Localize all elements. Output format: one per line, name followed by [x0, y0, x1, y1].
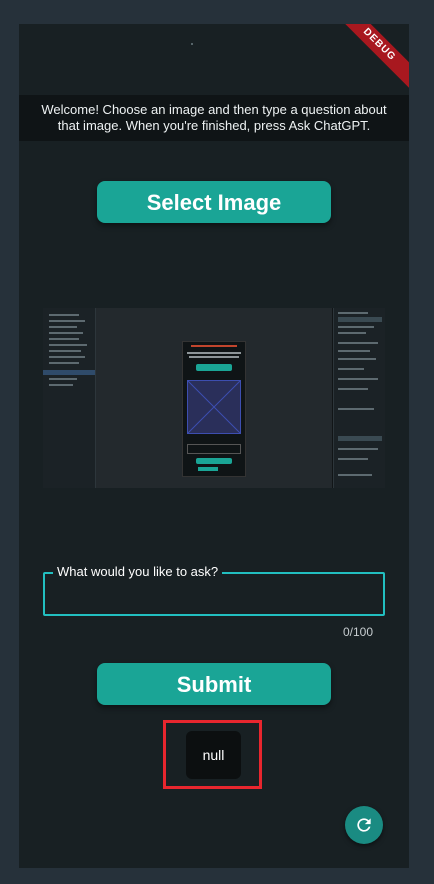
debug-banner: DEBUG [330, 24, 409, 94]
refresh-icon [357, 818, 371, 832]
app-screen: DEBUG Welcome! Choose an image and then … [19, 24, 409, 868]
preview-canvas [96, 308, 332, 488]
selected-image-preview [43, 308, 385, 488]
refresh-button[interactable] [345, 806, 383, 844]
character-counter: 0/100 [342, 625, 373, 639]
preview-phone [182, 341, 246, 477]
preview-right-panel [333, 308, 385, 488]
preview-left-panel [43, 308, 96, 488]
question-field[interactable]: What would you like to ask? [43, 564, 385, 616]
question-field-label: What would you like to ask? [53, 564, 223, 580]
status-dot [191, 43, 193, 45]
welcome-message: Welcome! Choose an image and then type a… [19, 95, 409, 141]
submit-button[interactable]: Submit [97, 663, 331, 705]
select-image-button[interactable]: Select Image [97, 181, 331, 223]
question-input[interactable] [53, 584, 377, 608]
response-result: null [186, 731, 241, 779]
